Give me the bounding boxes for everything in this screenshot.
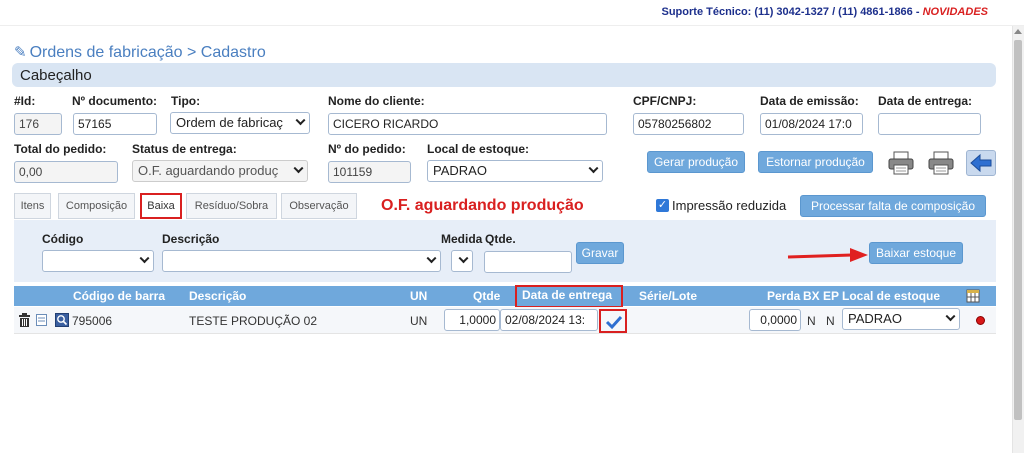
id-label: #Id: bbox=[14, 94, 36, 108]
row-local-select-value: PADRAO bbox=[848, 311, 902, 326]
row-data-entrega-field[interactable]: 02/08/2024 13: bbox=[500, 309, 598, 331]
total-field[interactable]: 0,00 bbox=[14, 161, 118, 183]
status-message: O.F. aguardando produção bbox=[381, 197, 584, 214]
tab-itens[interactable]: Itens bbox=[14, 193, 51, 219]
chevron-down-icon bbox=[426, 253, 437, 264]
col-un: UN bbox=[410, 289, 428, 303]
cpf-label: CPF/CNPJ: bbox=[633, 94, 697, 108]
tab-observacao[interactable]: Observação bbox=[281, 193, 357, 219]
page-title: ✎ Ordens de fabricação > Cadastro bbox=[14, 43, 266, 62]
row-perda-field[interactable]: 0,0000 bbox=[749, 309, 801, 331]
page-title-text: Ordens de fabricação > Cadastro bbox=[29, 44, 266, 61]
row-bx: N bbox=[807, 314, 816, 328]
cliente-field[interactable]: CICERO RICARDO bbox=[328, 113, 607, 135]
chevron-down-icon bbox=[295, 115, 306, 126]
confirm-date-button[interactable] bbox=[599, 309, 627, 333]
chevron-down-icon bbox=[458, 253, 469, 264]
status-select[interactable]: O.F. aguardando produç bbox=[132, 160, 308, 182]
local-select[interactable]: PADRAO bbox=[427, 160, 603, 182]
row-un: UN bbox=[410, 314, 428, 328]
chevron-down-icon bbox=[293, 163, 304, 174]
processar-falta-button[interactable]: Processar falta de composição bbox=[800, 195, 986, 217]
local-label: Local de estoque: bbox=[427, 142, 530, 156]
printer-icon[interactable] bbox=[886, 150, 916, 176]
emissao-label: Data de emissão: bbox=[760, 94, 859, 108]
estornar-producao-button[interactable]: Estornar produção bbox=[758, 151, 873, 173]
arrow-annotation bbox=[786, 247, 870, 265]
tab-composicao[interactable]: Composição bbox=[58, 193, 135, 219]
total-label: Total do pedido: bbox=[14, 142, 107, 156]
row-ep: N bbox=[826, 314, 835, 328]
id-field[interactable]: 176 bbox=[14, 113, 62, 135]
document-icon[interactable] bbox=[36, 314, 47, 326]
tipo-select[interactable]: Ordem de fabricaç bbox=[170, 112, 310, 134]
documento-field[interactable]: 57165 bbox=[73, 113, 157, 135]
impressao-reduzida-label: Impressão reduzida bbox=[672, 198, 787, 213]
trash-icon[interactable] bbox=[18, 313, 31, 327]
back-arrow-icon[interactable] bbox=[966, 150, 996, 176]
scroll-thumb[interactable] bbox=[1014, 40, 1022, 420]
search-icon[interactable] bbox=[55, 313, 69, 327]
highlight-box bbox=[515, 285, 623, 308]
printer-icon[interactable] bbox=[926, 150, 956, 176]
local-select-value: PADRAO bbox=[433, 163, 487, 178]
col-data-entrega: Data de entrega bbox=[515, 285, 623, 308]
status-dot-icon bbox=[976, 316, 985, 325]
col-perda: Perda bbox=[767, 289, 801, 303]
chevron-down-icon bbox=[139, 253, 150, 264]
tab-residuo-sobra[interactable]: Resíduo/Sobra bbox=[186, 193, 277, 219]
cpf-field[interactable]: 05780256802 bbox=[633, 113, 744, 135]
pedido-label: Nº do pedido: bbox=[328, 142, 406, 156]
qtde-filter-label: Qtde. bbox=[485, 232, 516, 246]
entrega-label: Data de entrega: bbox=[878, 94, 973, 108]
scroll-up-icon[interactable] bbox=[1014, 29, 1022, 34]
support-text: Suporte Técnico: (11) 3042-1327 / (11) 4… bbox=[661, 6, 920, 18]
baixar-estoque-button[interactable]: Baixar estoque bbox=[869, 242, 963, 264]
col-descricao: Descrição bbox=[189, 289, 247, 303]
documento-label: Nº documento: bbox=[72, 94, 158, 108]
descricao-filter-select[interactable] bbox=[162, 250, 441, 272]
emissao-field[interactable]: 01/08/2024 17:0 bbox=[760, 113, 863, 135]
medida-filter-select[interactable] bbox=[451, 250, 473, 272]
impressao-reduzida-checkbox[interactable]: ✓ bbox=[656, 199, 669, 212]
descricao-filter-label: Descrição bbox=[162, 232, 220, 246]
tipo-select-value: Ordem de fabricaç bbox=[176, 115, 283, 130]
status-label: Status de entrega: bbox=[132, 142, 237, 156]
row-codigo-barra: 795006 bbox=[72, 314, 113, 328]
row-descricao: TESTE PRODUÇÃO 02 bbox=[189, 314, 318, 328]
col-ep: EP bbox=[823, 289, 840, 303]
support-info: Suporte Técnico: (11) 3042-1327 / (11) 4… bbox=[662, 6, 989, 18]
edit-icon: ✎ bbox=[14, 44, 27, 61]
status-select-value: O.F. aguardando produç bbox=[138, 163, 279, 178]
qtde-filter-field[interactable] bbox=[484, 251, 572, 273]
col-local-estoque: Local de estoque bbox=[842, 289, 941, 303]
chevron-down-icon bbox=[945, 311, 956, 322]
section-header: Cabeçalho bbox=[12, 63, 996, 87]
medida-filter-label: Medida bbox=[441, 232, 483, 246]
codigo-filter-label: Código bbox=[42, 232, 84, 246]
row-qtde-field[interactable]: 1,0000 bbox=[444, 309, 500, 331]
col-bx: BX bbox=[803, 289, 820, 303]
novidades-link[interactable]: NOVIDADES bbox=[923, 6, 988, 18]
codigo-filter-select[interactable] bbox=[42, 250, 154, 272]
tipo-label: Tipo: bbox=[171, 94, 201, 108]
col-serie-lote: Série/Lote bbox=[639, 289, 698, 303]
col-codigo-barra: Código de barra bbox=[73, 289, 166, 303]
col-qtde: Qtde bbox=[473, 289, 501, 303]
grid-settings-icon[interactable] bbox=[966, 289, 980, 303]
pedido-field[interactable]: 101159 bbox=[328, 161, 411, 183]
chevron-down-icon bbox=[588, 163, 599, 174]
gravar-button[interactable]: Gravar bbox=[576, 242, 624, 264]
gerar-producao-button[interactable]: Gerar produção bbox=[647, 151, 745, 173]
tab-baixa[interactable]: Baixa bbox=[140, 193, 182, 219]
entrega-field[interactable] bbox=[878, 113, 981, 135]
cliente-label: Nome do cliente: bbox=[328, 94, 425, 108]
row-local-select[interactable]: PADRAO bbox=[842, 308, 960, 330]
